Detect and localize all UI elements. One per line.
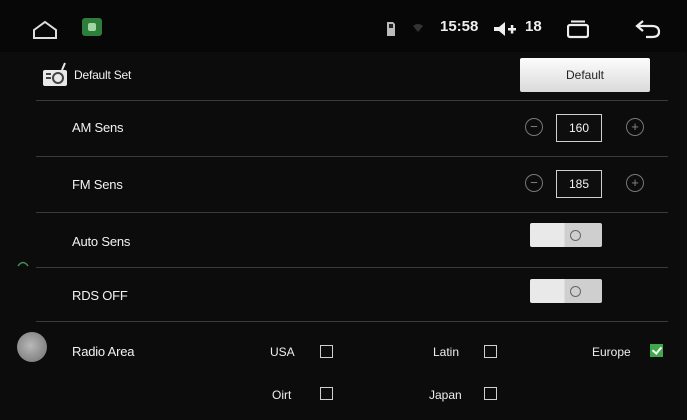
default-button[interactable]: Default [520, 58, 650, 92]
area-option-europe-label: Europe [592, 345, 631, 359]
area-option-usa-label: USA [270, 345, 295, 359]
area-option-japan-checkbox[interactable] [484, 387, 497, 400]
auto-sens-label: Auto Sens [72, 234, 131, 249]
rds-off-toggle[interactable] [530, 279, 602, 303]
back-icon[interactable] [634, 18, 662, 40]
am-sens-value[interactable]: 160 [556, 114, 602, 142]
area-option-oirt-checkbox[interactable] [320, 387, 333, 400]
default-set-row: Default Set Default [36, 52, 668, 101]
radio-area-label: Radio Area [72, 344, 135, 359]
volume-level: 18 [525, 18, 542, 35]
am-sens-label: AM Sens [72, 120, 124, 135]
area-option-latin-checkbox[interactable] [484, 345, 497, 358]
am-sens-row: AM Sens − 160 + [36, 100, 668, 157]
am-sens-increase-button[interactable]: + [626, 118, 644, 136]
fm-sens-value[interactable]: 185 [556, 170, 602, 198]
home-icon[interactable] [32, 20, 58, 40]
area-option-latin-label: Latin [433, 345, 460, 359]
rds-off-row: RDS OFF [36, 267, 668, 322]
toggle-knob-icon [570, 230, 581, 241]
fm-sens-label: FM Sens [72, 177, 123, 192]
sd-card-icon [387, 22, 395, 36]
app-icon[interactable] [82, 18, 102, 36]
clock: 15:58 [440, 18, 479, 35]
recents-icon[interactable] [567, 19, 589, 39]
default-set-label: Default Set [74, 68, 132, 82]
status-bar: 15:58 18 [0, 0, 687, 52]
edge-panel-handle-icon[interactable] [17, 258, 29, 268]
fm-sens-row: FM Sens − 185 + [36, 156, 668, 213]
auto-sens-toggle[interactable] [530, 223, 602, 247]
radio-area-row: Radio Area USA Latin Europe Oirt Japan [36, 321, 668, 420]
area-option-europe-checkbox[interactable] [650, 344, 663, 357]
rds-off-label: RDS OFF [72, 288, 128, 303]
auto-sens-row: Auto Sens [36, 212, 668, 268]
assistive-touch-button[interactable] [17, 332, 47, 362]
area-option-japan-label: Japan [429, 388, 462, 402]
volume-icon[interactable] [494, 20, 518, 38]
wifi-icon [413, 24, 423, 32]
toggle-knob-icon [570, 286, 581, 297]
radio-settings-icon [43, 62, 67, 86]
fm-sens-increase-button[interactable]: + [626, 174, 644, 192]
radio-settings-panel: Default Set Default AM Sens − 160 + FM S… [36, 52, 668, 420]
fm-sens-decrease-button[interactable]: − [525, 174, 543, 192]
am-sens-decrease-button[interactable]: − [525, 118, 543, 136]
area-option-oirt-label: Oirt [272, 388, 292, 402]
area-option-usa-checkbox[interactable] [320, 345, 333, 358]
